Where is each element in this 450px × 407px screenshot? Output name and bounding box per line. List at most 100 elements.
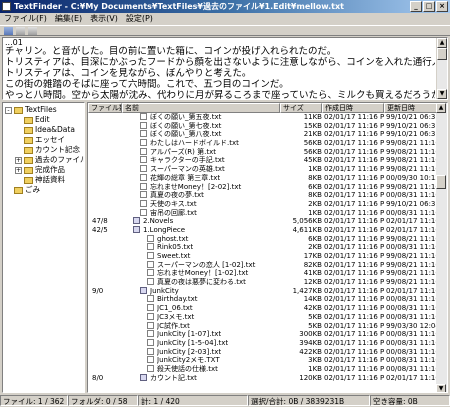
table-row[interactable]: 42/5 1.LongPiece 4,611KB 02/01/17 11:16 PM 0… xyxy=(88,225,446,235)
toolbar xyxy=(0,25,450,36)
header-created[interactable]: 作成日時 xyxy=(322,103,384,113)
file-name: JunkCity [1-07].txt xyxy=(157,330,222,339)
collapse-icon[interactable]: - xyxy=(5,107,12,114)
text-line: やっと八時間。空から太陽が沈み、代わりに月が昇るころまで座っていたら、ミルクも買… xyxy=(5,90,435,100)
table-row[interactable]: スーパーマンの英雄.txt 1KB 02/01/17 11:16 PM 99/08/2… xyxy=(88,165,446,174)
table-row[interactable]: JC試作.txt 5KB 02/01/17 11:16 PM 99/03/30 12:… xyxy=(88,321,446,331)
table-row[interactable]: 9/0 JunkCity 1,427KB 02/01/17 11:16 PM 02/01… xyxy=(88,286,446,296)
file-size: 300KB xyxy=(299,330,322,339)
file-name: 宙吊の回廊.txt xyxy=(150,208,197,217)
tree-item[interactable]: Edit xyxy=(3,115,84,125)
header-size[interactable]: サイズ xyxy=(280,103,322,113)
tree-item[interactable]: + 過去のファイル xyxy=(3,155,84,165)
created-date: 02/01/17 11:16 PM xyxy=(324,243,384,252)
text-file-icon xyxy=(140,208,147,216)
table-row[interactable]: JunkCity [1-5-04].txt 394KB 02/01/17 11:16… xyxy=(88,338,446,348)
table-row[interactable]: JC3メモ.txt 5KB 02/01/17 11:16 PM 00/08/31 11… xyxy=(88,312,446,322)
file-count: 9/0 xyxy=(92,286,104,295)
tree-item[interactable]: カウント記念 xyxy=(3,145,84,155)
table-row[interactable]: JC1_06.txt 42KB 02/01/17 11:16 PM 00/08/31 … xyxy=(88,304,446,313)
minimize-button[interactable]: _ xyxy=(410,1,422,12)
file-name: Rink05.txt xyxy=(157,243,194,252)
menu-settings[interactable]: 設定(P) xyxy=(122,13,157,25)
maximize-button[interactable]: □ xyxy=(423,1,435,12)
created-date: 02/01/17 11:16 PM xyxy=(324,173,384,182)
tree-item[interactable]: + 完成作品 xyxy=(3,165,84,175)
table-row[interactable]: 殺天使話の仕様.txt 1KB 02/01/17 11:16 PM 00/08/31 … xyxy=(88,364,446,374)
created-date: 02/01/17 11:16 PM xyxy=(324,252,384,260)
table-row[interactable]: 忘れませMoney！[1-02].txt 41KB 02/01/17 11:16 P… xyxy=(88,269,446,278)
text-file-icon xyxy=(140,156,147,164)
tree-item[interactable]: - TextFiles xyxy=(3,105,84,115)
table-row[interactable]: 真夏の夜の夢.txt 8KB 02/01/17 11:16 PM 00/08/31 1… xyxy=(88,191,446,200)
settings-icon[interactable] xyxy=(28,27,37,35)
text-file-icon xyxy=(140,173,147,181)
list-scroll-track[interactable]: ▲ ▼ xyxy=(436,103,447,392)
folder-icon xyxy=(24,137,33,144)
close-button[interactable]: × xyxy=(436,1,448,12)
text-file-icon xyxy=(147,304,154,312)
text-file-icon xyxy=(147,252,154,259)
text-file-icon xyxy=(147,234,154,242)
table-row[interactable]: 花輝の総章 第三章.txt 8KB 02/01/17 11:16 PM 00/09/3… xyxy=(88,173,446,183)
expand-icon[interactable]: + xyxy=(15,167,22,174)
header-name[interactable]: 名前 xyxy=(122,103,280,113)
table-row[interactable]: 宙吊の回廊.txt 1KB 02/01/17 11:16 PM 00/08/31 11… xyxy=(88,208,446,218)
header-updated[interactable]: 更新日時 xyxy=(384,103,438,113)
table-row[interactable]: JunkCity [1-07].txt 300KB 02/01/17 11:16 P… xyxy=(88,330,446,339)
table-row[interactable]: アルパーズ(R) 第.txt 56KB 02/01/17 11:16 PM 99/08… xyxy=(88,147,446,157)
folder-icon xyxy=(24,147,33,154)
folder-icon xyxy=(24,127,33,134)
table-row[interactable]: JunkCity2メモ.TXT 3KB 02/01/17 11:16 PM 00/08… xyxy=(88,356,446,365)
table-row[interactable]: ぼくの願い_第五夜.txt 11KB 02/01/17 11:16 PM 99/10/… xyxy=(88,113,446,122)
header-file-count[interactable]: ファイル数... xyxy=(88,103,122,113)
list-scrollbar[interactable]: ▲ ▼ xyxy=(436,103,447,392)
scroll-down-icon[interactable]: ▼ xyxy=(437,89,447,99)
menu-edit[interactable]: 編集(E) xyxy=(51,13,86,25)
open-icon[interactable] xyxy=(4,27,13,35)
menu-file[interactable]: ファイル(F) xyxy=(0,13,51,25)
scroll-thumb[interactable] xyxy=(436,175,446,189)
text-scrollbar[interactable]: ▲ ▼ xyxy=(436,38,447,99)
table-row[interactable]: 忘れませMoney！[2-02].txt 6KB 02/01/17 11:16 PM… xyxy=(88,182,446,192)
table-row[interactable]: ぼくの願い_第七夜.txt 15KB 02/01/17 11:16 PM 99/10/… xyxy=(88,121,446,131)
scroll-thumb[interactable] xyxy=(437,48,447,60)
file-size: 2KB xyxy=(308,199,322,208)
file-name: ぼくの願い_第五夜.txt xyxy=(150,113,222,121)
table-row[interactable]: ghost.txt 6KB 02/01/17 11:16 PM 99/08/21 11… xyxy=(88,234,446,244)
file-size: 15KB xyxy=(303,121,322,130)
table-row[interactable]: わたしはハードボイルド.txt 56KB 02/01/17 11:16 PM 99/0… xyxy=(88,139,446,148)
status-total: 計: 1 / 420 xyxy=(138,395,248,406)
tree-item[interactable]: 神話資料 xyxy=(3,175,84,185)
text-preview[interactable]: ...01 チャリン。と音がした。目の前に置いた箱に、コインが投げ入れられたのだ… xyxy=(2,37,448,100)
table-row[interactable]: 天使のキス.txt 2KB 02/01/17 11:16 PM 99/10/21 06… xyxy=(88,199,446,209)
table-row[interactable]: 8/0 カウント記.txt 120KB 02/01/17 11:16 PM 02/01/… xyxy=(88,373,446,383)
table-row[interactable]: キャラクターの手記.txt 45KB 02/01/17 11:16 PM 99/08/… xyxy=(88,156,446,165)
created-date: 02/01/17 11:16 PM xyxy=(324,130,384,139)
scroll-up-icon[interactable]: ▲ xyxy=(436,103,446,113)
expand-icon[interactable]: + xyxy=(15,157,22,164)
tree-item[interactable]: エッセイ xyxy=(3,135,84,145)
folder-icon xyxy=(14,187,23,194)
table-row[interactable]: 47/8 2.Novels 5,056KB 02/01/17 11:16 PM 02/0… xyxy=(88,217,446,226)
copy-icon[interactable] xyxy=(16,27,25,35)
menu-view[interactable]: 表示(V) xyxy=(86,13,122,25)
file-list: ファイル数... 名前 サイズ 作成日時 更新日時 ぼくの願い_第五夜.txt 1… xyxy=(87,102,448,393)
table-row[interactable]: Rink05.txt 2KB 02/01/17 11:16 PM 00/08/31 1… xyxy=(88,243,446,252)
created-date: 02/01/17 11:16 PM xyxy=(324,260,384,269)
scroll-up-icon[interactable]: ▲ xyxy=(437,38,447,48)
file-size: 2KB xyxy=(308,243,322,252)
scroll-down-icon[interactable]: ▼ xyxy=(436,384,446,392)
table-row[interactable]: ぼくの願い_第八夜.txt 21KB 02/01/17 11:16 PM 99/10/… xyxy=(88,130,446,139)
table-row[interactable]: Birthday.txt 14KB 02/01/17 11:16 PM 00/08/3… xyxy=(88,295,446,304)
table-row[interactable]: スーパーマンの恋人 [1-02].txt 82KB 02/01/17 11:16 P… xyxy=(88,260,446,270)
table-row[interactable]: Sweet.txt 17KB 02/01/17 11:16 PM 99/08/21 1… xyxy=(88,252,446,261)
text-file-icon xyxy=(147,269,154,277)
tree-item[interactable]: Idea&Data xyxy=(3,125,84,135)
table-row[interactable]: JunkCity [2-03].txt 422KB 02/01/17 11:16 P… xyxy=(88,347,446,357)
title-bar[interactable]: TextFinder - C:¥My Documents¥TextFiles¥過… xyxy=(0,0,450,13)
table-row[interactable]: 真夏の夜は悪夢に変わる.txt 12KB 02/01/17 11:16 PM 99/0… xyxy=(88,278,446,287)
file-size: 394KB xyxy=(299,338,322,347)
text-file-icon xyxy=(147,260,154,268)
tree-item[interactable]: ごみ xyxy=(3,185,84,195)
